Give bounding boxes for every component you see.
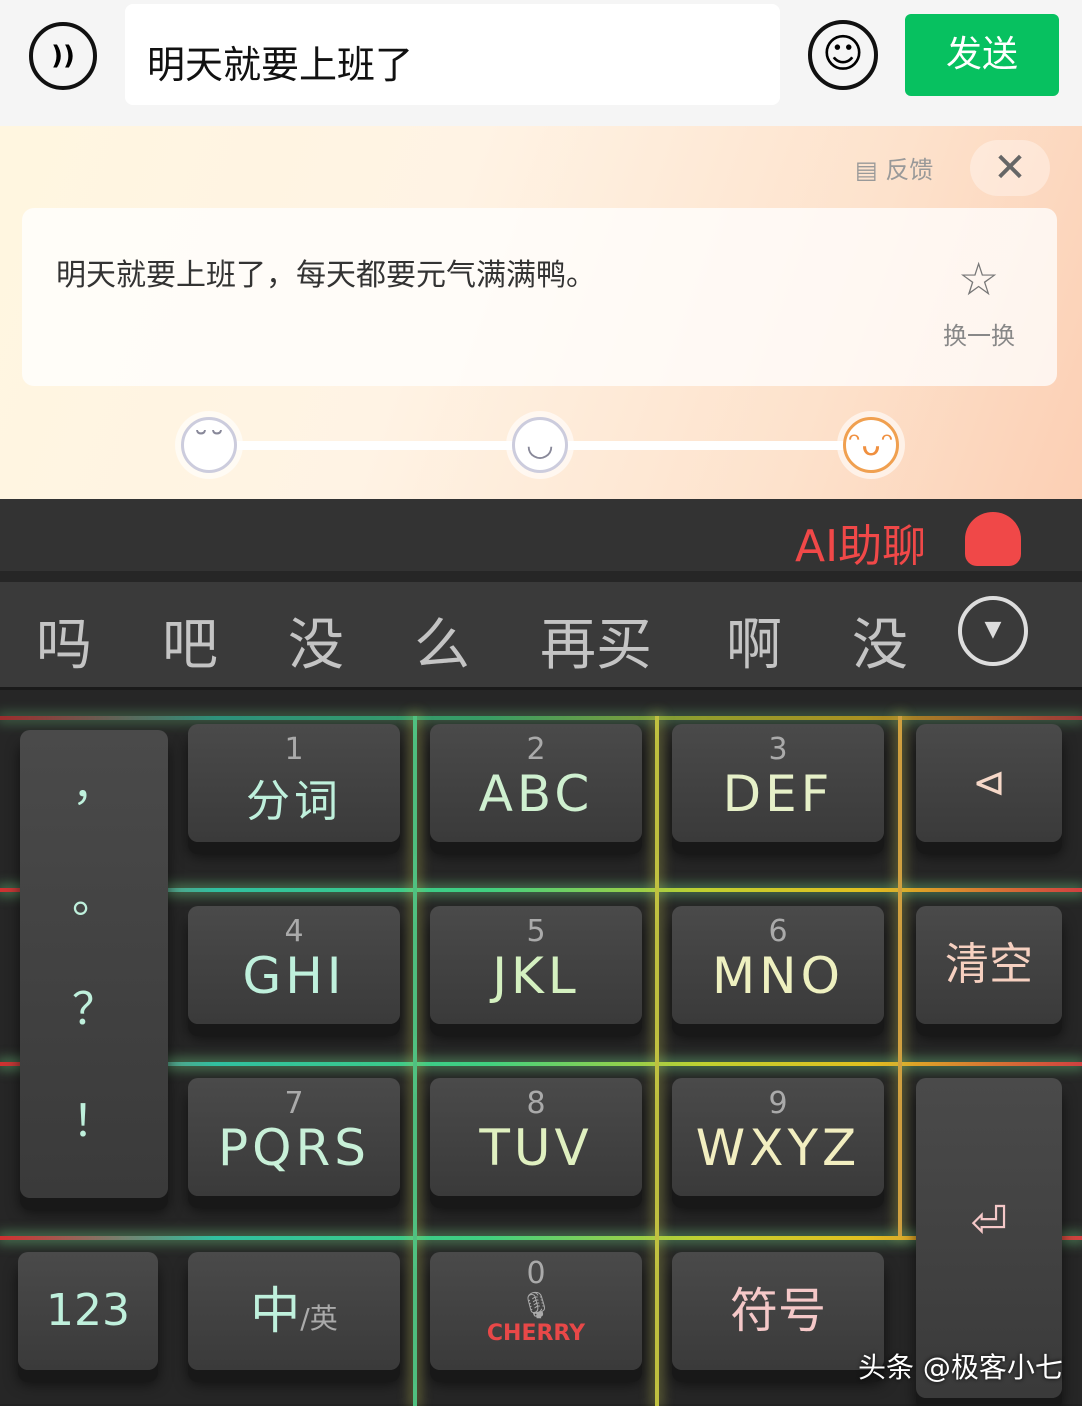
candidate[interactable]: 没: [288, 600, 344, 681]
chevron-down-icon[interactable]: ▼: [958, 596, 1028, 666]
lang-alt: /英: [300, 1302, 338, 1335]
key-number: 8: [526, 1086, 546, 1121]
key-label: TUV: [479, 1119, 593, 1177]
key-5[interactable]: 5 JKL: [430, 906, 642, 1024]
key-number: 6: [768, 914, 788, 949]
key-number: 9: [768, 1086, 788, 1121]
close-icon[interactable]: ✕: [970, 140, 1050, 196]
punct-question[interactable]: ？: [20, 954, 168, 1066]
key-0-space[interactable]: 0 🎙 CHERRY: [430, 1252, 642, 1370]
key-label: JKL: [492, 947, 580, 1005]
candidate[interactable]: 吧: [162, 600, 218, 681]
key-label: MNO: [712, 947, 844, 1005]
backlight: [655, 716, 659, 1406]
ai-chat-label[interactable]: AI助聊: [795, 510, 926, 574]
sad-face-icon[interactable]: ˘˘: [181, 417, 237, 473]
laugh-face-icon[interactable]: ᵔᴗᵔ: [843, 417, 899, 473]
key-label: GHI: [242, 947, 346, 1005]
ai-chat-icon[interactable]: [965, 512, 1021, 566]
key-number: 4: [284, 914, 304, 949]
key-label: ABC: [478, 765, 594, 823]
key-number: 5: [526, 914, 546, 949]
candidate[interactable]: 再买: [540, 600, 652, 681]
key-9[interactable]: 9 WXYZ: [672, 1078, 884, 1196]
key-3[interactable]: 3 DEF: [672, 724, 884, 842]
cherry-logo: CHERRY: [486, 1321, 586, 1346]
key-label: 分词: [246, 776, 342, 827]
lang-main: 中: [250, 1282, 301, 1340]
symbols-key[interactable]: 符号: [672, 1252, 884, 1370]
message-input[interactable]: 明天就要上班了: [125, 4, 780, 105]
key-number: 2: [526, 732, 546, 767]
candidate[interactable]: 么: [414, 600, 470, 681]
key-2[interactable]: 2 ABC: [430, 724, 642, 842]
key-number: 1: [284, 732, 304, 767]
voice-icon[interactable]: )): [29, 22, 97, 90]
feedback-icon: ▤: [855, 156, 886, 184]
feedback-label: 反馈: [885, 156, 934, 184]
key-7[interactable]: 7 PQRS: [188, 1078, 400, 1196]
microphone-icon: 🎙: [519, 1291, 553, 1321]
key-8[interactable]: 8 TUV: [430, 1078, 642, 1196]
key-number: 0: [526, 1256, 546, 1291]
magic-wand-icon[interactable]: ☆: [958, 252, 999, 306]
key-label: DEF: [722, 765, 834, 823]
key-label: PQRS: [218, 1119, 370, 1177]
candidate[interactable]: 啊: [726, 600, 782, 681]
feedback-button[interactable]: ▤ 反馈: [855, 150, 933, 185]
punct-comma[interactable]: ，: [20, 730, 168, 842]
suggestion-card[interactable]: [22, 208, 1057, 386]
key-4[interactable]: 4 GHI: [188, 906, 400, 1024]
candidate[interactable]: 没: [852, 600, 908, 681]
smile-face-icon[interactable]: ◡: [512, 417, 568, 473]
key-1[interactable]: 1 分词: [188, 724, 400, 842]
key-label: WXYZ: [695, 1119, 861, 1177]
backlight: [0, 716, 1082, 720]
numbers-key[interactable]: 123: [18, 1252, 158, 1370]
key-number: 3: [768, 732, 788, 767]
key-6[interactable]: 6 MNO: [672, 906, 884, 1024]
send-button[interactable]: 发送: [905, 14, 1059, 96]
watermark: 头条 @极客小七: [858, 1351, 1063, 1384]
backlight: [898, 716, 902, 1236]
backlight: [413, 716, 417, 1406]
suggestion-text[interactable]: 明天就要上班了，每天都要元气满满鸭。: [56, 250, 596, 294]
punctuation-key[interactable]: ， 。 ？ ！: [20, 730, 168, 1198]
punct-period[interactable]: 。: [20, 842, 168, 954]
emoji-icon[interactable]: ☺: [808, 20, 878, 90]
swap-button[interactable]: 换一换: [943, 316, 1015, 351]
language-toggle-key[interactable]: 中/英: [188, 1252, 400, 1370]
clear-button[interactable]: 清空: [916, 906, 1062, 1024]
candidate[interactable]: 吗: [36, 600, 92, 681]
punct-exclaim[interactable]: ！: [20, 1066, 168, 1178]
key-number: 7: [284, 1086, 304, 1121]
backspace-icon[interactable]: ⊲: [916, 724, 1062, 842]
